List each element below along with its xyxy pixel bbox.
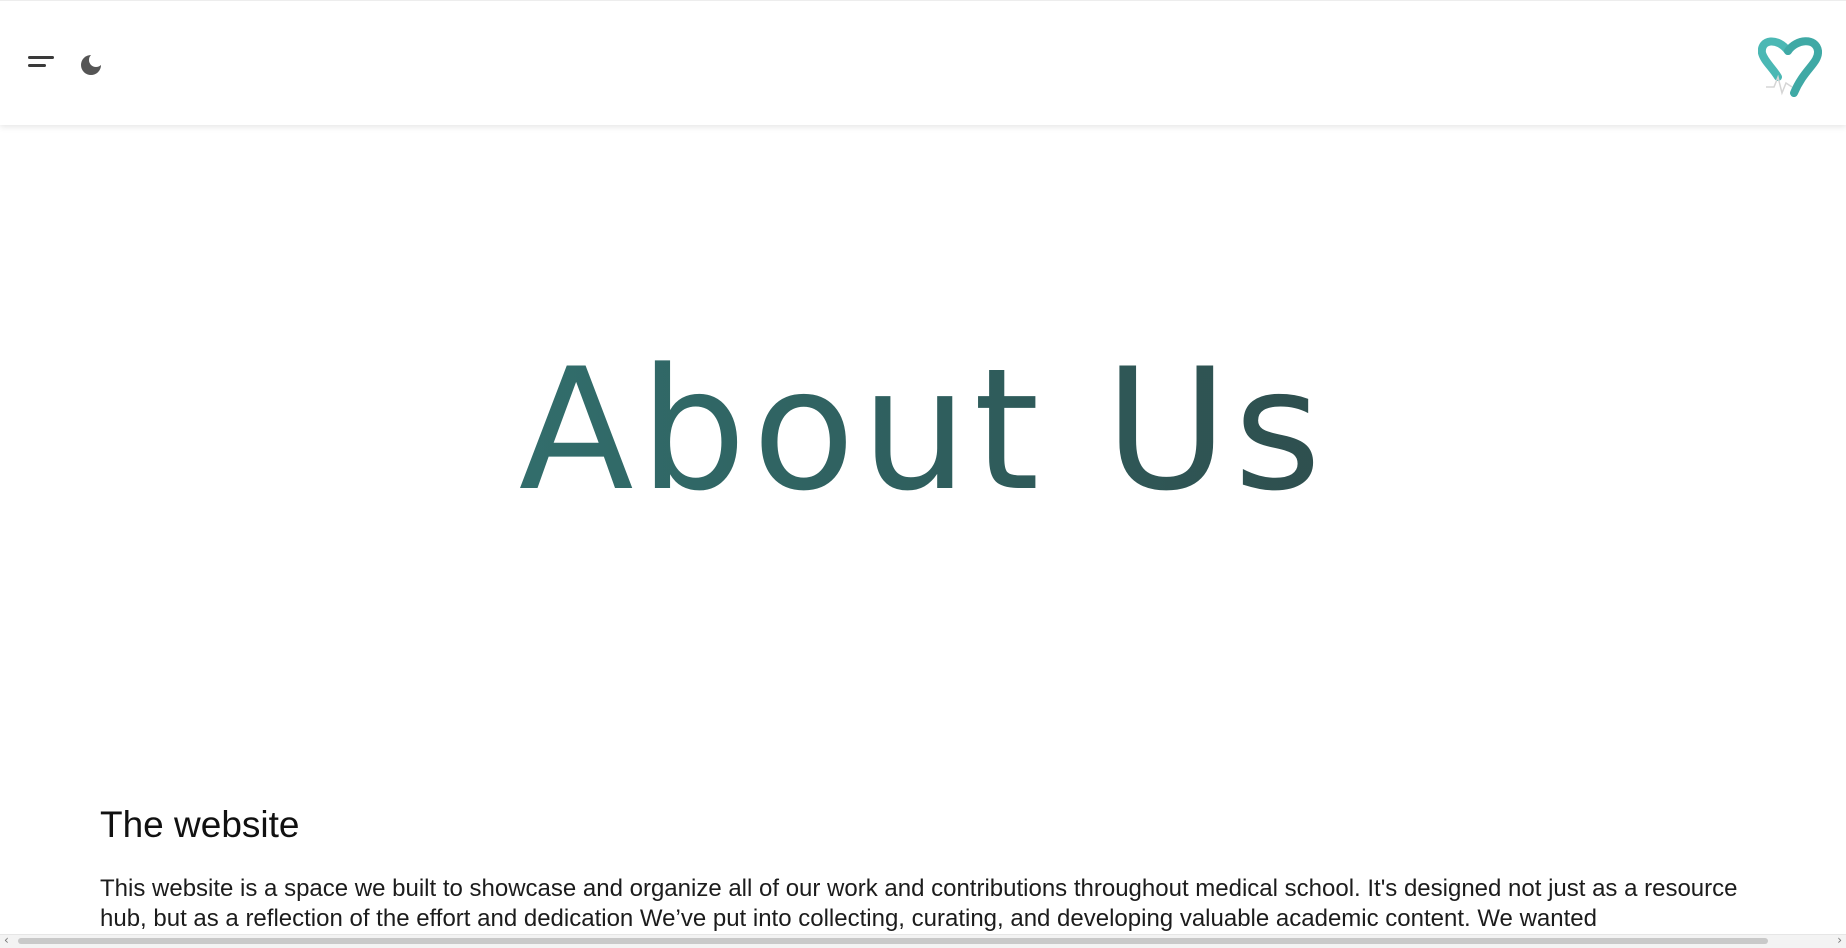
top-app-bar xyxy=(0,0,1846,125)
scroll-left-icon[interactable]: ‹ xyxy=(4,933,9,947)
section-body: This website is a space we built to show… xyxy=(100,875,1738,932)
scroll-right-icon[interactable]: › xyxy=(1837,933,1842,947)
menu-icon-line-bottom xyxy=(28,64,46,67)
section-title: The website xyxy=(100,804,300,845)
site-logo[interactable] xyxy=(1757,33,1822,101)
hero-title-text: About Us xyxy=(518,332,1328,528)
menu-icon-line-top xyxy=(28,56,54,59)
theme-toggle-button[interactable] xyxy=(78,52,104,78)
moon-icon xyxy=(81,53,103,75)
heart-pulse-logo-icon xyxy=(1757,37,1822,97)
horizontal-scrollbar[interactable]: ‹ › xyxy=(0,933,1846,948)
hero-title: About Us xyxy=(0,330,1846,530)
menu-button[interactable] xyxy=(24,51,58,77)
scrollbar-thumb[interactable] xyxy=(18,938,1768,944)
